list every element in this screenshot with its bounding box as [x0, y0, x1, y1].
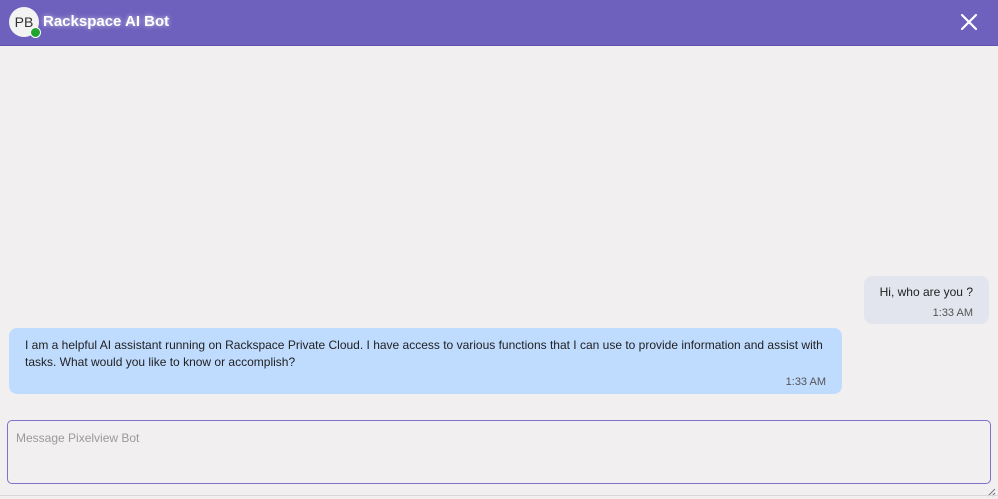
close-button[interactable] [957, 10, 981, 34]
close-icon [960, 13, 978, 31]
chat-header: PB Rackspace AI Bot [0, 0, 998, 46]
bot-message-bubble: I am a helpful AI assistant running on R… [9, 328, 842, 394]
chat-title: Rackspace AI Bot [43, 13, 170, 30]
user-message-bubble: Hi, who are you ? 1:33 AM [864, 276, 989, 324]
message-timestamp: 1:33 AM [785, 376, 826, 388]
message-timestamp: 1:33 AM [932, 307, 973, 319]
message-list[interactable]: Hi, who are you ? 1:33 AM I am a helpful… [0, 46, 998, 412]
message-text: Hi, who are you ? [879, 285, 973, 299]
message-input[interactable] [7, 420, 991, 484]
chat-window: PB Rackspace AI Bot Hi, who are you ? 1:… [0, 0, 998, 499]
online-status-icon [30, 27, 41, 38]
message-text: I am a helpful AI assistant running on R… [25, 338, 823, 369]
divider [0, 495, 998, 496]
